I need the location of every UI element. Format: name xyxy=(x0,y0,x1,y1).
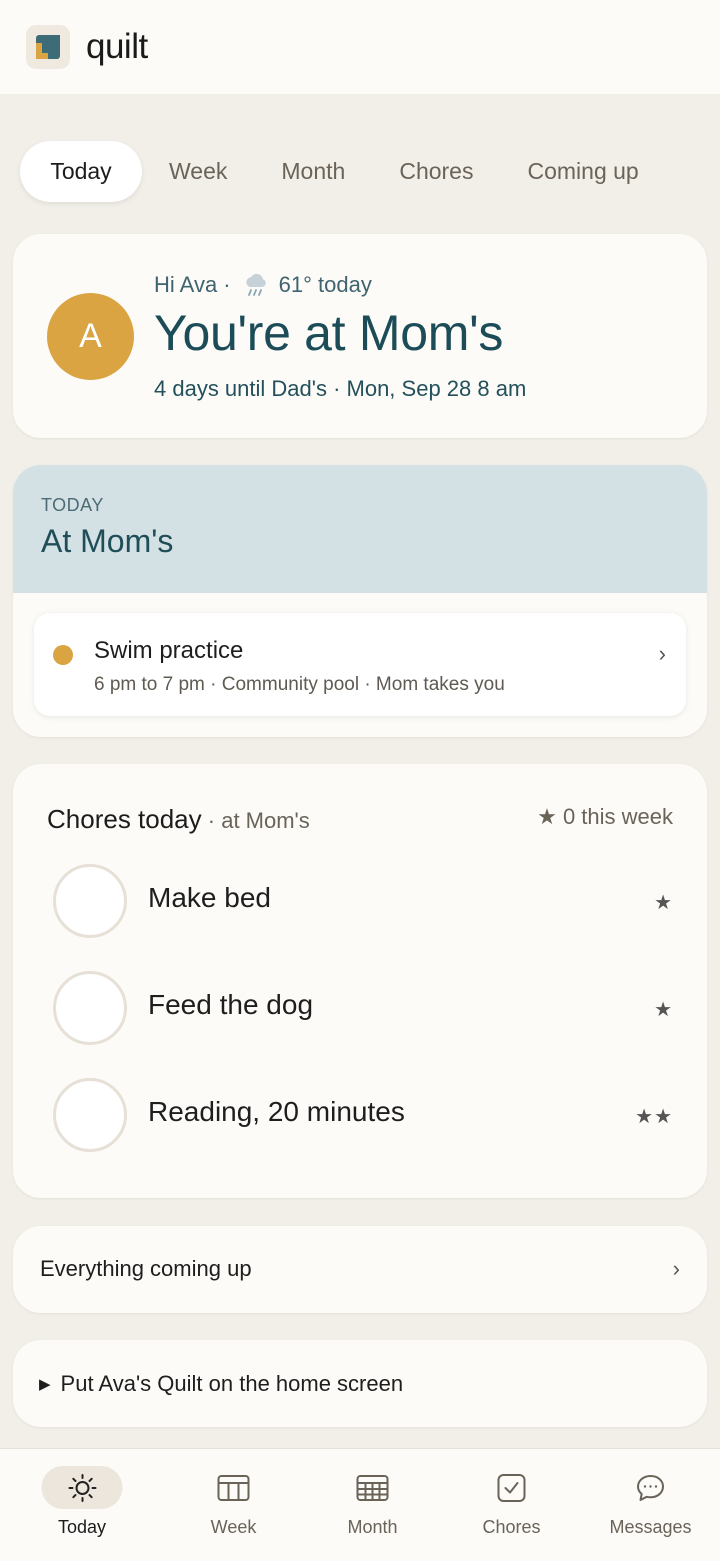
tab-chores[interactable]: Chores xyxy=(372,141,500,202)
nav-label: Week xyxy=(210,1517,257,1537)
disclosure-triangle-icon: ▶ xyxy=(39,1376,51,1393)
tab-coming-up[interactable]: Coming up xyxy=(500,141,665,202)
chore-checkbox[interactable] xyxy=(53,864,127,938)
event-meta: 6 pm to 7 pm · Community pool · Mom take… xyxy=(94,674,505,695)
sun-icon xyxy=(41,1466,123,1509)
nav-label: Today xyxy=(57,1517,107,1537)
app-header: quilt xyxy=(0,0,720,94)
greeting: Hi Ava · 61° today xyxy=(154,272,372,298)
nav-label: Month xyxy=(347,1517,398,1537)
today-header: TODAY At Mom's xyxy=(13,465,707,593)
star-icon: ★★ xyxy=(635,1106,673,1128)
nav-label: Messages xyxy=(609,1517,692,1537)
location-title: You're at Mom's xyxy=(154,305,504,361)
star-icon: ★ xyxy=(654,892,673,914)
today-eyebrow: TODAY xyxy=(41,495,104,515)
chore-item: Feed the dog ★ xyxy=(53,971,673,1047)
chore-checkbox[interactable] xyxy=(53,971,127,1045)
nav-month[interactable]: Month xyxy=(303,1449,442,1561)
coming-up-link[interactable]: Everything coming up › xyxy=(13,1226,707,1313)
weekly-star-count: ★ 0 this week xyxy=(537,804,673,829)
month-calendar-icon xyxy=(332,1466,413,1509)
chore-label: Feed the dog xyxy=(148,989,314,1020)
install-label: ▶ Put Ava's Quilt on the home screen xyxy=(39,1371,403,1397)
star-icon: ★ xyxy=(654,999,673,1021)
view-tabs: Today Week Month Chores Coming up xyxy=(20,140,720,202)
chores-card: Chores today · at Mom's ★ 0 this week Ma… xyxy=(13,764,707,1198)
quilt-logo-icon xyxy=(26,25,70,69)
weather-text: 61° today xyxy=(278,272,372,297)
chore-checkbox[interactable] xyxy=(53,1078,127,1152)
checkbox-icon xyxy=(471,1466,552,1509)
coming-up-label: Everything coming up xyxy=(40,1256,252,1281)
tab-week[interactable]: Week xyxy=(142,141,254,202)
nav-messages[interactable]: Messages xyxy=(581,1449,720,1561)
today-schedule-card: TODAY At Mom's Swim practice 6 pm to 7 p… xyxy=(13,465,707,737)
event-color-dot xyxy=(53,645,73,665)
chevron-right-icon: › xyxy=(658,641,666,666)
nav-week[interactable]: Week xyxy=(164,1449,303,1561)
chore-label: Reading, 20 minutes xyxy=(148,1096,405,1127)
chore-item: Reading, 20 minutes ★★ xyxy=(53,1078,673,1154)
nav-today[interactable]: Today xyxy=(0,1449,164,1561)
chevron-right-icon: › xyxy=(672,1256,680,1281)
tab-today[interactable]: Today xyxy=(20,140,142,202)
event-item[interactable]: Swim practice 6 pm to 7 pm · Community p… xyxy=(34,613,686,716)
greeting-text: Hi Ava · xyxy=(154,272,231,297)
chores-title: Chores today · at Mom's xyxy=(47,804,310,835)
event-title: Swim practice xyxy=(94,637,244,664)
rain-cloud-icon xyxy=(243,273,269,297)
chore-label: Make bed xyxy=(148,882,271,913)
nav-chores[interactable]: Chores xyxy=(442,1449,581,1561)
next-handoff: 4 days until Dad's · Mon, Sep 28 8 am xyxy=(154,376,527,401)
bottom-nav: Today Week Month Chores Messages xyxy=(0,1448,720,1561)
install-text: Put Ava's Quilt on the home screen xyxy=(60,1371,404,1396)
status-card: A Hi Ava · 61° today You're at Mom's 4 d… xyxy=(13,234,707,438)
chore-item: Make bed ★ xyxy=(53,864,673,940)
chores-title-text: Chores today xyxy=(47,804,202,834)
week-calendar-icon xyxy=(193,1466,274,1509)
tab-month[interactable]: Month xyxy=(254,141,372,202)
chores-location: · at Mom's xyxy=(201,808,310,833)
avatar: A xyxy=(47,293,134,380)
nav-label: Chores xyxy=(482,1517,541,1537)
chat-bubble-icon xyxy=(610,1466,691,1509)
install-disclosure[interactable]: ▶ Put Ava's Quilt on the home screen xyxy=(13,1340,707,1427)
today-title: At Mom's xyxy=(41,523,174,559)
app-name: quilt xyxy=(86,27,148,66)
